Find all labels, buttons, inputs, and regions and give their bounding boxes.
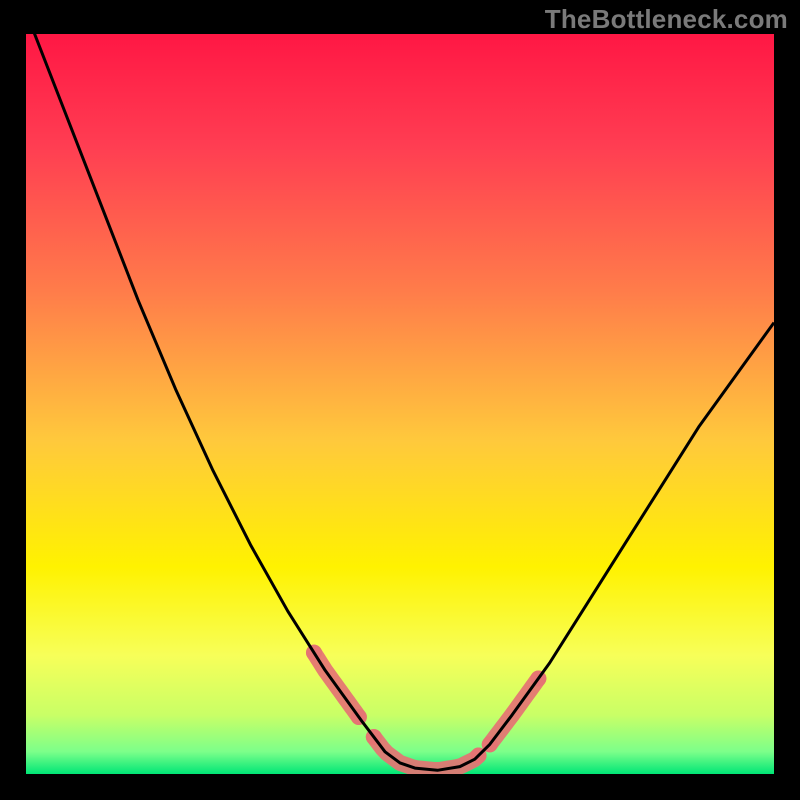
chart-plot-area [26,34,774,774]
chart-svg [26,34,774,774]
chart-frame: TheBottleneck.com [0,0,800,800]
chart-background [26,34,774,774]
watermark-text: TheBottleneck.com [545,4,788,35]
